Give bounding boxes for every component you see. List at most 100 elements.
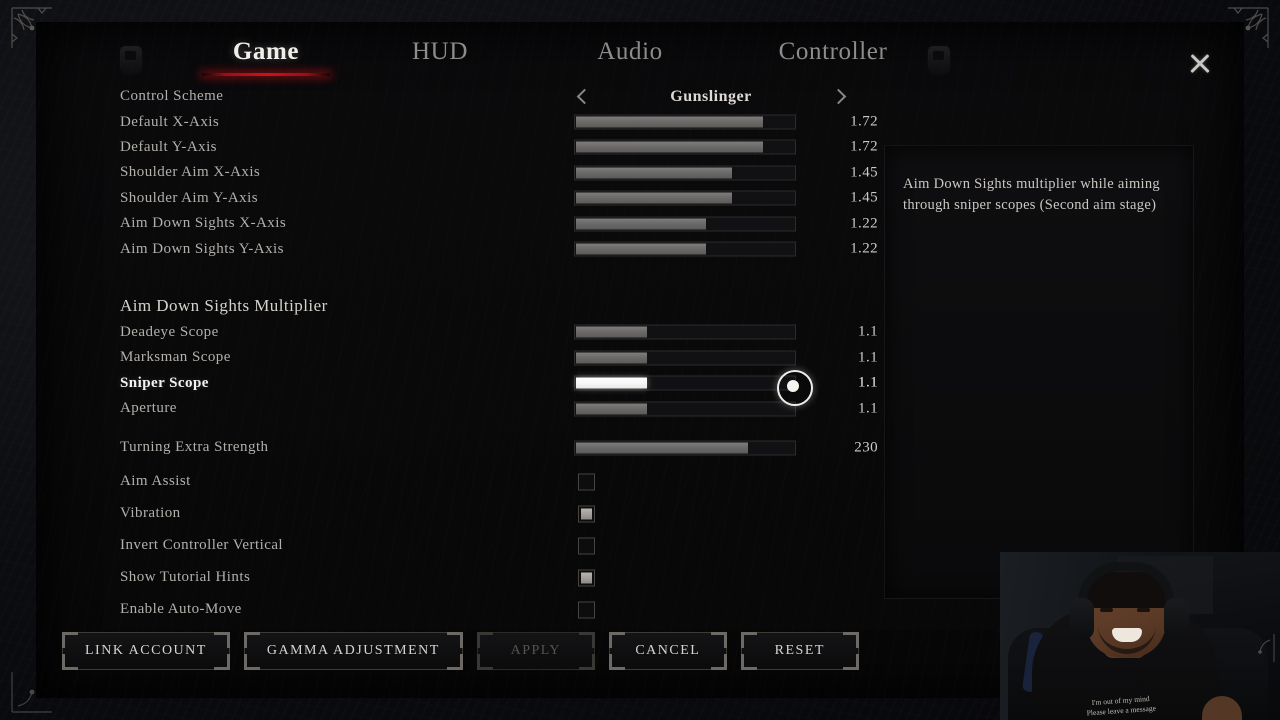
tab-audio-label: Audio [597,38,663,65]
slider-value: 1.72 [850,113,878,130]
row-shoulder-aim-x-axis[interactable]: Shoulder Aim X-Axis 1.45 [120,160,878,185]
checkbox-show-tutorial-hints[interactable] [578,569,595,587]
reset-button[interactable]: RESET [740,632,859,670]
tab-hud[interactable]: HUD [356,38,524,66]
left-bumper-icon [120,46,142,74]
checkbox-aim-assist[interactable] [578,473,595,491]
checkbox-vibration[interactable] [578,505,595,523]
slider-value: 1.1 [858,323,878,340]
row-label: Marksman Scope [120,349,231,366]
row-label: Aim Assist [120,473,191,490]
slider-shoulder-aim-x-axis[interactable] [574,165,796,181]
close-icon[interactable] [1184,48,1216,80]
row-default-x-axis[interactable]: Default X-Axis 1.72 [120,109,878,134]
control-scheme-label: Control Scheme [120,88,224,105]
tab-active-underline [202,73,330,76]
row-ads-y-axis[interactable]: Aim Down Sights Y-Axis 1.22 [120,236,878,261]
button-label: LINK ACCOUNT [85,643,207,658]
row-vibration[interactable]: Vibration [120,498,860,530]
row-turning-extra-strength[interactable]: Turning Extra Strength 230 [120,435,878,460]
webcam-overlay: I'm out of my mind Please leave a messag… [1000,552,1280,720]
checkbox-enable-auto-move[interactable] [578,601,595,619]
link-account-button[interactable]: LINK ACCOUNT [62,632,230,670]
row-label: Aim Down Sights X-Axis [120,215,287,232]
tab-game-label: Game [232,38,300,65]
row-label: Sniper Scope [120,374,209,391]
row-default-y-axis[interactable]: Default Y-Axis 1.72 [120,135,878,160]
row-aperture[interactable]: Aperture 1.1 [120,396,878,421]
slider-value: 1.1 [858,400,878,417]
chevron-right-icon[interactable] [830,88,846,106]
slider-default-x-axis[interactable] [574,114,796,130]
webcam-frame-ornament [1258,634,1275,662]
tab-controller-label: Controller [778,38,888,65]
button-label: CANCEL [635,643,701,658]
button-label: RESET [774,643,825,658]
row-show-tutorial-hints[interactable]: Show Tutorial Hints [120,562,860,594]
description-panel: Aim Down Sights multiplier while aiming … [884,145,1194,599]
row-aim-assist[interactable]: Aim Assist [120,466,860,498]
row-invert-controller-vertical[interactable]: Invert Controller Vertical [120,530,860,562]
settings-list: Control Scheme Gunslinger Default X-Axis… [120,84,878,626]
checkbox-invert-controller-vertical[interactable] [578,537,595,555]
row-label: Shoulder Aim X-Axis [120,164,261,181]
slider-shoulder-aim-y-axis[interactable] [574,190,796,206]
webcam-eye-left [1100,608,1113,612]
row-ads-x-axis[interactable]: Aim Down Sights X-Axis 1.22 [120,211,878,236]
slider-default-y-axis[interactable] [574,139,796,155]
row-label: Enable Auto-Move [120,601,242,618]
button-label: APPLY [510,643,562,658]
row-label: Invert Controller Vertical [120,537,284,554]
button-label: GAMMA ADJUSTMENT [266,643,440,658]
row-label: Deadeye Scope [120,323,219,340]
row-label: Turning Extra Strength [120,439,269,456]
slider-ads-y-axis[interactable] [574,241,796,257]
section-header-ads-multiplier: Aim Down Sights Multiplier [120,276,860,320]
row-label: Aim Down Sights Y-Axis [120,240,284,257]
row-marksman-scope[interactable]: Marksman Scope 1.1 [120,345,878,370]
tab-audio[interactable]: Audio [546,38,714,66]
slider-deadeye-scope[interactable] [574,324,796,340]
slider-marksman-scope[interactable] [574,350,796,366]
tab-hud-label: HUD [412,38,468,65]
row-sniper-scope[interactable]: Sniper Scope 1.1 [120,371,878,396]
slider-value: 1.1 [858,374,878,391]
control-scheme-value: Gunslinger [670,87,752,105]
slider-value: 1.22 [850,240,878,257]
row-enable-auto-move[interactable]: Enable Auto-Move [120,594,860,626]
slider-value: 1.72 [850,138,878,155]
slider-sniper-scope[interactable] [574,375,796,391]
row-label: Aperture [120,400,177,417]
footer-button-bar: LINK ACCOUNT GAMMA ADJUSTMENT APPLY CANC… [62,632,859,670]
webcam-mouth [1112,628,1142,642]
row-label: Show Tutorial Hints [120,569,251,586]
tab-bar: Game HUD Audio Controller [36,30,1244,86]
tab-controller[interactable]: Controller [708,38,958,66]
slider-value: 230 [854,439,878,456]
row-label: Vibration [120,505,181,522]
row-control-scheme[interactable]: Control Scheme Gunslinger [120,84,860,109]
webcam-eye-right [1137,608,1150,612]
webcam-headphone-cup-left [1069,598,1094,640]
slider-value: 1.22 [850,215,878,232]
slider-turning-extra-strength[interactable] [574,440,796,456]
apply-button: APPLY [476,632,595,670]
description-text: Aim Down Sights multiplier while aiming … [903,176,1160,214]
game-settings-screen: Game HUD Audio Controller Control Scheme… [0,0,1280,720]
slider-value: 1.45 [850,164,878,181]
tab-game[interactable]: Game [182,38,350,76]
row-label: Default X-Axis [120,113,220,130]
row-shoulder-aim-y-axis[interactable]: Shoulder Aim Y-Axis 1.45 [120,186,878,211]
slider-aperture[interactable] [574,401,796,417]
row-label: Default Y-Axis [120,138,217,155]
row-deadeye-scope[interactable]: Deadeye Scope 1.1 [120,320,878,345]
slider-value: 1.45 [850,189,878,206]
cancel-button[interactable]: CANCEL [608,632,727,670]
slider-ads-x-axis[interactable] [574,216,796,232]
section-header-label: Aim Down Sights Multiplier [120,295,328,315]
row-label: Shoulder Aim Y-Axis [120,189,258,206]
slider-value: 1.1 [858,349,878,366]
gamma-adjustment-button[interactable]: GAMMA ADJUSTMENT [243,632,463,670]
